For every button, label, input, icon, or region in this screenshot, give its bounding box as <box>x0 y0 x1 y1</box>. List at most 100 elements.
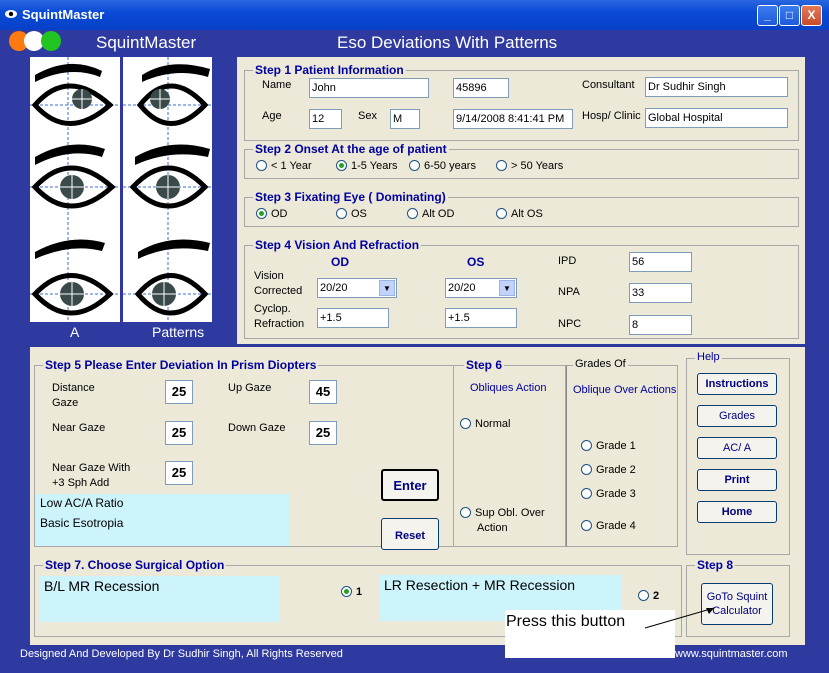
patient-id-input[interactable]: 45896 <box>453 78 509 98</box>
near-gaze-plus3-input[interactable]: 25 <box>165 461 193 485</box>
print-button[interactable]: Print <box>697 469 777 491</box>
surgical-option1-radio[interactable]: 1 <box>341 586 362 598</box>
fixating-radio-alt-od[interactable]: Alt OD <box>407 208 454 220</box>
patterns-label: Patterns <box>152 324 205 340</box>
radio-circle-icon <box>581 488 592 499</box>
page-title: Eso Deviations With Patterns <box>337 33 558 52</box>
down-gaze-label: Down Gaze <box>228 422 286 434</box>
age-input[interactable]: 12 <box>309 109 342 129</box>
grade1-radio[interactable]: Grade 1 <box>581 440 636 452</box>
instructions-button[interactable]: Instructions <box>697 373 777 395</box>
od-vision-select[interactable]: 20/20 ▼ <box>317 278 397 298</box>
step5-group: Step 5 Please Enter Deviation In Prism D… <box>34 358 454 550</box>
npc-input[interactable]: 8 <box>629 315 692 335</box>
grade3-radio[interactable]: Grade 3 <box>581 488 636 500</box>
home-button[interactable]: Home <box>697 501 777 523</box>
maximize-button[interactable]: □ <box>779 5 800 26</box>
onset-radio-1-5[interactable]: 1-5 Years <box>336 160 397 172</box>
up-gaze-label: Up Gaze <box>228 382 272 394</box>
result-ac-a-ratio: Low AC/A Ratio <box>36 494 290 514</box>
step8-title: Step 8 <box>695 558 736 572</box>
consultant-input[interactable]: Dr Sudhir Singh <box>645 77 788 97</box>
callout-arrow-icon <box>644 607 715 629</box>
eye-pattern-panel <box>30 57 212 322</box>
radio-selected-icon <box>256 208 267 219</box>
minimize-button[interactable]: _ <box>757 5 778 26</box>
eye-panel-divider <box>120 57 123 322</box>
green-dot-icon <box>41 31 61 51</box>
os-refraction-input[interactable]: +1.5 <box>445 308 517 328</box>
vision-label: Vision <box>254 270 284 282</box>
footer-website-link[interactable]: www.squintmaster.com <box>675 648 787 660</box>
reset-button[interactable]: Reset <box>381 518 439 550</box>
step4-group: Step 4 Vision And Refraction OD OS Visio… <box>244 238 799 339</box>
radio-circle-icon <box>581 520 592 531</box>
sex-label: Sex <box>358 110 377 122</box>
title-bar[interactable]: SquintMaster _ □ X <box>0 0 829 30</box>
os-vision-select[interactable]: 20/20 ▼ <box>445 278 517 298</box>
od-refraction-input[interactable]: +1.5 <box>317 308 389 328</box>
age-label: Age <box>262 110 282 122</box>
footer-credit: Designed And Developed By Dr Sudhir Sing… <box>20 648 343 660</box>
radio-circle-icon <box>407 208 418 219</box>
radio-circle-icon <box>460 507 471 518</box>
step2-group: Step 2 Onset At the age of patient < 1 Y… <box>244 142 799 179</box>
window-title: SquintMaster <box>22 7 105 22</box>
sex-input[interactable]: M <box>390 109 420 129</box>
eye-app-icon <box>5 10 17 18</box>
radio-circle-icon <box>336 208 347 219</box>
fixating-radio-os[interactable]: OS <box>336 208 367 220</box>
radio-circle-icon <box>496 160 507 171</box>
step7-legend: Step 7. Choose Surgical Option <box>43 558 227 572</box>
grades-group: Grades Of Oblique Over Actions Grade 1 G… <box>566 358 678 547</box>
grade2-radio[interactable]: Grade 2 <box>581 464 636 476</box>
grades-title: Grades Of <box>573 358 628 370</box>
up-gaze-input[interactable]: 45 <box>309 380 337 404</box>
dropdown-arrow-icon[interactable]: ▼ <box>499 280 515 296</box>
step1-legend: Step 1 Patient Information <box>253 63 406 77</box>
app-name-heading: SquintMaster <box>96 33 197 52</box>
patient-panel: Step 1 Patient Information Name John 458… <box>237 57 805 344</box>
sup-obl-over-action-radio[interactable]: Sup Obl. Over <box>460 507 545 519</box>
onset-radio-6-50[interactable]: 6-50 years <box>409 160 476 172</box>
ac-a-button[interactable]: AC/ A <box>697 437 777 459</box>
down-gaze-input[interactable]: 25 <box>309 421 337 445</box>
step4-legend: Step 4 Vision And Refraction <box>253 238 422 252</box>
name-input[interactable]: John <box>309 78 429 98</box>
step5-legend: Step 5 Please Enter Deviation In Prism D… <box>43 358 319 372</box>
oblique-over-actions-label: Oblique Over Actions <box>573 384 677 396</box>
datetime-input[interactable]: 9/14/2008 8:41:41 PM <box>453 109 573 129</box>
hospital-input[interactable]: Global Hospital <box>645 108 788 128</box>
npa-input[interactable]: 33 <box>629 283 692 303</box>
near-gaze-label: Near Gaze <box>52 422 106 434</box>
fixating-radio-od[interactable]: OD <box>256 208 288 220</box>
enter-button[interactable]: Enter <box>381 469 439 501</box>
dropdown-arrow-icon[interactable]: ▼ <box>379 280 395 296</box>
near-gaze-input[interactable]: 25 <box>165 421 193 445</box>
corrected-label: Corrected <box>254 285 303 297</box>
app-window: SquintMaster _ □ X SquintMaster Eso Devi… <box>0 0 829 673</box>
onset-radio-over50[interactable]: > 50 Years <box>496 160 563 172</box>
radio-selected-icon <box>341 586 352 597</box>
obliques-action-label: Obliques Action <box>470 382 547 394</box>
oblique-normal-radio[interactable]: Normal <box>460 418 510 430</box>
pattern-a-label: A <box>70 324 80 340</box>
grades-button[interactable]: Grades <box>697 405 777 427</box>
ipd-input[interactable]: 56 <box>629 252 692 272</box>
result-diagnosis: Basic Esotropia <box>36 514 290 546</box>
distance-gaze-input[interactable]: 25 <box>165 380 193 404</box>
step6-group: Step 6 Obliques Action Normal Sup Obl. O… <box>454 358 566 547</box>
step3-group: Step 3 Fixating Eye ( Dominating) OD OS … <box>244 190 799 227</box>
radio-selected-icon <box>336 160 347 171</box>
close-button[interactable]: X <box>801 5 822 26</box>
onset-radio-under1[interactable]: < 1 Year <box>256 160 312 172</box>
step3-legend: Step 3 Fixating Eye ( Dominating) <box>253 190 448 204</box>
consultant-label: Consultant <box>582 79 635 91</box>
fixating-radio-alt-os[interactable]: Alt OS <box>496 208 543 220</box>
near-gaze-plus3-label: Near Gaze With <box>52 462 131 474</box>
distance-gaze-label: Gaze <box>52 397 79 409</box>
grade4-radio[interactable]: Grade 4 <box>581 520 636 532</box>
radio-circle-icon <box>460 418 471 429</box>
cyclop-label: Cyclop. <box>254 303 291 315</box>
radio-circle-icon <box>256 160 267 171</box>
